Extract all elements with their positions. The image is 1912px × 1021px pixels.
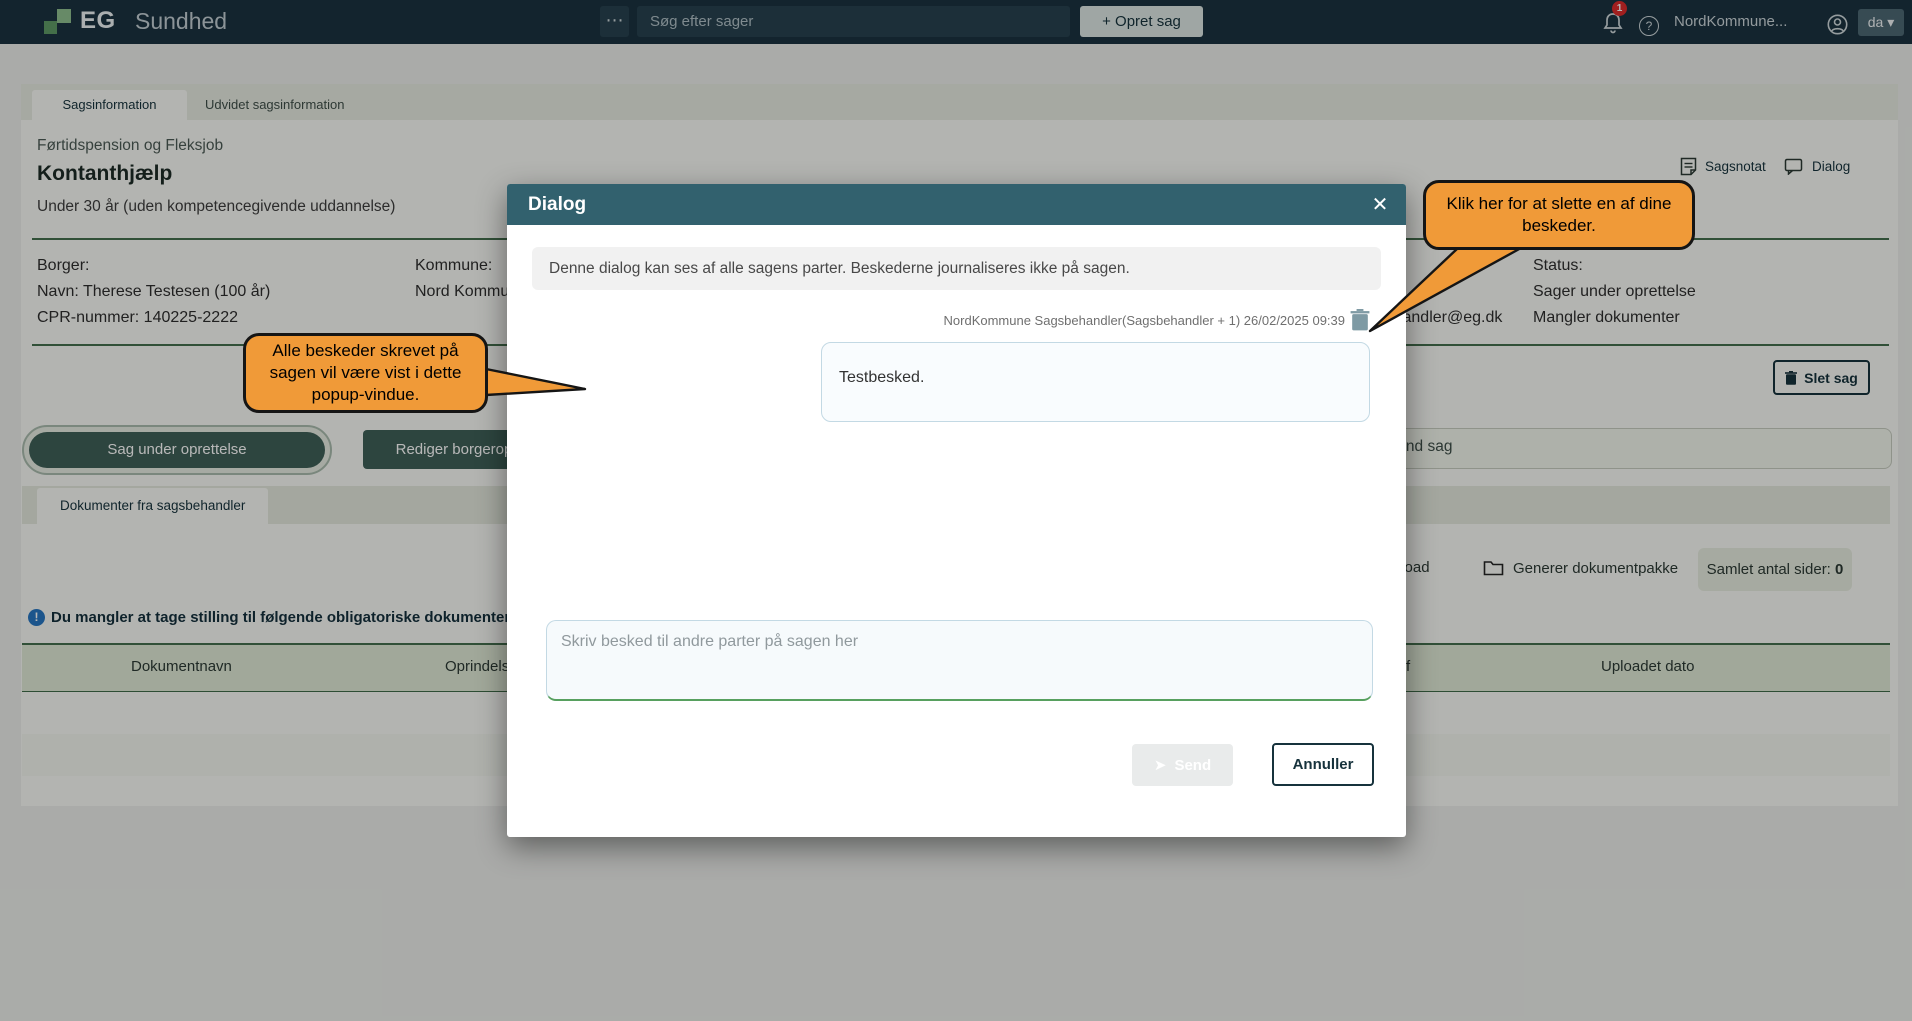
message-bubble: Testbesked. — [821, 342, 1370, 422]
delete-message-icon[interactable] — [1350, 309, 1370, 331]
close-icon[interactable]: ✕ — [1364, 189, 1396, 221]
cancel-button[interactable]: Annuller — [1272, 743, 1374, 786]
modal-info-banner: Denne dialog kan ses af alle sagens part… — [532, 247, 1381, 290]
message-meta: NordKommune Sagsbehandler(Sagsbehandler … — [944, 313, 1345, 328]
message-input[interactable] — [546, 620, 1373, 701]
annotation-delete-callout: Klik her for at slette en af dine besked… — [1423, 180, 1695, 250]
send-label: Send — [1174, 757, 1211, 774]
send-icon: ➤ — [1154, 756, 1167, 774]
annotation-messages-callout: Alle beskeder skrevet på sagen vil være … — [243, 333, 488, 413]
dialog-modal: Dialog ✕ Denne dialog kan ses af alle sa… — [507, 184, 1406, 837]
modal-header — [507, 184, 1406, 225]
screen: EG Sundhed ⋯ + Opret sag 1 ? NordKommune… — [0, 0, 1912, 1021]
message-text: Testbesked. — [839, 369, 924, 387]
modal-title: Dialog — [528, 184, 586, 225]
send-button[interactable]: ➤ Send — [1132, 744, 1233, 786]
